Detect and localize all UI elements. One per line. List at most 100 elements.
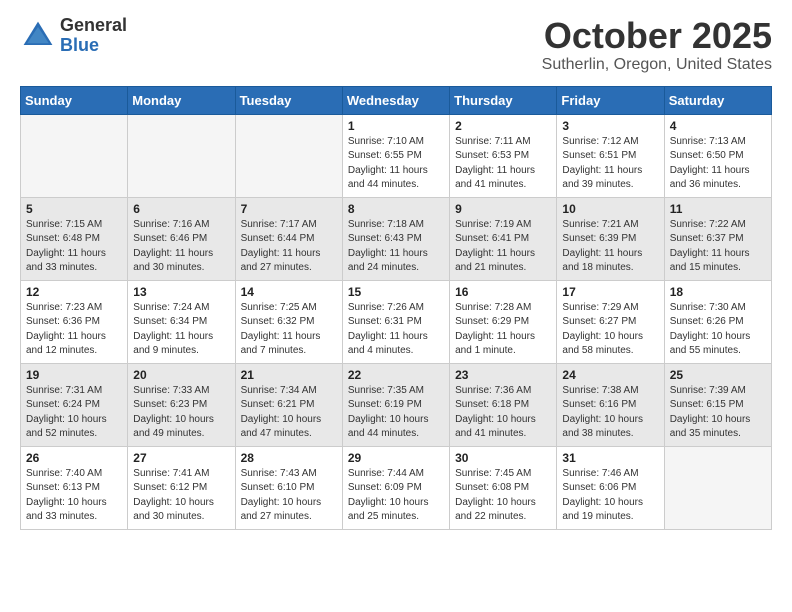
day-info: Sunrise: 7:39 AMSunset: 6:15 PMDaylight:… xyxy=(670,384,766,442)
calendar-cell: 27 Sunrise: 7:41 AMSunset: 6:12 PMDayligh… xyxy=(128,446,235,529)
calendar-table: SundayMondayTuesdayWednesdayThursdayFrid… xyxy=(20,86,772,530)
logo: General Blue xyxy=(20,16,127,56)
day-info: Sunrise: 7:29 AMSunset: 6:27 PMDaylight:… xyxy=(562,301,658,359)
day-info: Sunrise: 7:46 AMSunset: 6:06 PMDaylight:… xyxy=(562,467,658,525)
day-info: Sunrise: 7:10 AMSunset: 6:55 PMDaylight:… xyxy=(348,135,444,193)
week-row-1: 1 Sunrise: 7:10 AMSunset: 6:55 PMDaylight… xyxy=(21,114,772,197)
column-header-sunday: Sunday xyxy=(21,86,128,114)
day-info: Sunrise: 7:28 AMSunset: 6:29 PMDaylight:… xyxy=(455,301,551,359)
calendar-cell: 21 Sunrise: 7:34 AMSunset: 6:21 PMDayligh… xyxy=(235,363,342,446)
day-number: 28 xyxy=(241,451,337,465)
main-container: General Blue October 2025 Sutherlin, Ore… xyxy=(0,0,792,540)
day-info: Sunrise: 7:41 AMSunset: 6:12 PMDaylight:… xyxy=(133,467,229,525)
calendar-cell: 11 Sunrise: 7:22 AMSunset: 6:37 PMDayligh… xyxy=(664,197,771,280)
day-number: 14 xyxy=(241,285,337,299)
calendar-cell xyxy=(21,114,128,197)
logo-icon xyxy=(20,18,56,54)
day-info: Sunrise: 7:16 AMSunset: 6:46 PMDaylight:… xyxy=(133,218,229,276)
day-number: 23 xyxy=(455,368,551,382)
calendar-cell: 26 Sunrise: 7:40 AMSunset: 6:13 PMDayligh… xyxy=(21,446,128,529)
logo-blue-text: Blue xyxy=(60,36,127,56)
calendar-cell: 7Sunrise: 7:17 AMSunset: 6:44 PMDaylight… xyxy=(235,197,342,280)
day-info: Sunrise: 7:34 AMSunset: 6:21 PMDaylight:… xyxy=(241,384,337,442)
calendar-cell: 31Sunrise: 7:46 AMSunset: 6:06 PMDayligh… xyxy=(557,446,664,529)
day-info: Sunrise: 7:30 AMSunset: 6:26 PMDaylight:… xyxy=(670,301,766,359)
calendar-cell: 24 Sunrise: 7:38 AMSunset: 6:16 PMDayligh… xyxy=(557,363,664,446)
day-number: 15 xyxy=(348,285,444,299)
week-row-4: 19Sunrise: 7:31 AMSunset: 6:24 PMDayligh… xyxy=(21,363,772,446)
day-info: Sunrise: 7:23 AMSunset: 6:36 PMDaylight:… xyxy=(26,301,122,359)
location: Sutherlin, Oregon, United States xyxy=(542,56,772,74)
day-info: Sunrise: 7:12 AMSunset: 6:51 PMDaylight:… xyxy=(562,135,658,193)
calendar-cell: 14Sunrise: 7:25 AMSunset: 6:32 PMDayligh… xyxy=(235,280,342,363)
calendar-cell: 28 Sunrise: 7:43 AMSunset: 6:10 PMDayligh… xyxy=(235,446,342,529)
day-number: 9 xyxy=(455,202,551,216)
day-info: Sunrise: 7:45 AMSunset: 6:08 PMDaylight:… xyxy=(455,467,551,525)
day-number: 5 xyxy=(26,202,122,216)
day-number: 22 xyxy=(348,368,444,382)
day-info: Sunrise: 7:26 AMSunset: 6:31 PMDaylight:… xyxy=(348,301,444,359)
day-info: Sunrise: 7:38 AMSunset: 6:16 PMDaylight:… xyxy=(562,384,658,442)
calendar-cell: 23Sunrise: 7:36 AMSunset: 6:18 PMDayligh… xyxy=(450,363,557,446)
day-info: Sunrise: 7:15 AMSunset: 6:48 PMDaylight:… xyxy=(26,218,122,276)
day-number: 29 xyxy=(348,451,444,465)
month-title: October 2025 xyxy=(542,16,772,56)
day-number: 21 xyxy=(241,368,337,382)
calendar-cell: 3 Sunrise: 7:12 AMSunset: 6:51 PMDaylight… xyxy=(557,114,664,197)
header: General Blue October 2025 Sutherlin, Ore… xyxy=(20,16,772,74)
day-number: 26 xyxy=(26,451,122,465)
day-number: 16 xyxy=(455,285,551,299)
logo-text: General Blue xyxy=(60,16,127,56)
day-number: 8 xyxy=(348,202,444,216)
calendar-cell: 15 Sunrise: 7:26 AMSunset: 6:31 PMDayligh… xyxy=(342,280,449,363)
column-header-monday: Monday xyxy=(128,86,235,114)
day-number: 1 xyxy=(348,119,444,133)
day-number: 11 xyxy=(670,202,766,216)
calendar-cell xyxy=(235,114,342,197)
day-number: 24 xyxy=(562,368,658,382)
calendar-cell xyxy=(664,446,771,529)
week-row-3: 12 Sunrise: 7:23 AMSunset: 6:36 PMDayligh… xyxy=(21,280,772,363)
calendar-cell: 30Sunrise: 7:45 AMSunset: 6:08 PMDayligh… xyxy=(450,446,557,529)
day-info: Sunrise: 7:22 AMSunset: 6:37 PMDaylight:… xyxy=(670,218,766,276)
day-info: Sunrise: 7:44 AMSunset: 6:09 PMDaylight:… xyxy=(348,467,444,525)
day-number: 12 xyxy=(26,285,122,299)
calendar-cell: 4Sunrise: 7:13 AMSunset: 6:50 PMDaylight… xyxy=(664,114,771,197)
calendar-cell: 1 Sunrise: 7:10 AMSunset: 6:55 PMDaylight… xyxy=(342,114,449,197)
day-info: Sunrise: 7:43 AMSunset: 6:10 PMDaylight:… xyxy=(241,467,337,525)
calendar-cell: 8 Sunrise: 7:18 AMSunset: 6:43 PMDaylight… xyxy=(342,197,449,280)
title-block: October 2025 Sutherlin, Oregon, United S… xyxy=(542,16,772,74)
week-row-5: 26 Sunrise: 7:40 AMSunset: 6:13 PMDayligh… xyxy=(21,446,772,529)
day-info: Sunrise: 7:40 AMSunset: 6:13 PMDaylight:… xyxy=(26,467,122,525)
day-number: 27 xyxy=(133,451,229,465)
calendar-cell: 22 Sunrise: 7:35 AMSunset: 6:19 PMDayligh… xyxy=(342,363,449,446)
column-header-saturday: Saturday xyxy=(664,86,771,114)
day-number: 25 xyxy=(670,368,766,382)
week-row-2: 5 Sunrise: 7:15 AMSunset: 6:48 PMDaylight… xyxy=(21,197,772,280)
column-header-tuesday: Tuesday xyxy=(235,86,342,114)
day-number: 2 xyxy=(455,119,551,133)
day-info: Sunrise: 7:17 AMSunset: 6:44 PMDaylight:… xyxy=(241,218,337,276)
calendar-cell: 16 Sunrise: 7:28 AMSunset: 6:29 PMDayligh… xyxy=(450,280,557,363)
calendar-cell: 12 Sunrise: 7:23 AMSunset: 6:36 PMDayligh… xyxy=(21,280,128,363)
logo-general-text: General xyxy=(60,16,127,36)
day-number: 3 xyxy=(562,119,658,133)
calendar-cell: 20 Sunrise: 7:33 AMSunset: 6:23 PMDayligh… xyxy=(128,363,235,446)
day-number: 20 xyxy=(133,368,229,382)
calendar-cell: 9Sunrise: 7:19 AMSunset: 6:41 PMDaylight… xyxy=(450,197,557,280)
calendar-cell xyxy=(128,114,235,197)
day-info: Sunrise: 7:13 AMSunset: 6:50 PMDaylight:… xyxy=(670,135,766,193)
day-info: Sunrise: 7:18 AMSunset: 6:43 PMDaylight:… xyxy=(348,218,444,276)
calendar-cell: 6Sunrise: 7:16 AMSunset: 6:46 PMDaylight… xyxy=(128,197,235,280)
day-info: Sunrise: 7:24 AMSunset: 6:34 PMDaylight:… xyxy=(133,301,229,359)
day-number: 18 xyxy=(670,285,766,299)
calendar-cell: 18 Sunrise: 7:30 AMSunset: 6:26 PMDayligh… xyxy=(664,280,771,363)
calendar-cell: 2Sunrise: 7:11 AMSunset: 6:53 PMDaylight… xyxy=(450,114,557,197)
calendar-cell: 19Sunrise: 7:31 AMSunset: 6:24 PMDayligh… xyxy=(21,363,128,446)
calendar-cell: 29 Sunrise: 7:44 AMSunset: 6:09 PMDayligh… xyxy=(342,446,449,529)
column-header-friday: Friday xyxy=(557,86,664,114)
day-info: Sunrise: 7:35 AMSunset: 6:19 PMDaylight:… xyxy=(348,384,444,442)
calendar-cell: 25 Sunrise: 7:39 AMSunset: 6:15 PMDayligh… xyxy=(664,363,771,446)
day-number: 13 xyxy=(133,285,229,299)
day-info: Sunrise: 7:33 AMSunset: 6:23 PMDaylight:… xyxy=(133,384,229,442)
